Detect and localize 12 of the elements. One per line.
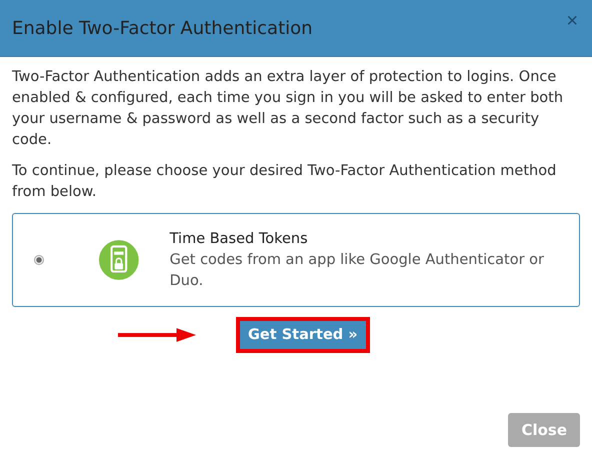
- close-button[interactable]: Close: [508, 413, 580, 447]
- method-option[interactable]: Time Based Tokens Get codes from an app like Google Authenticator or Duo.: [12, 213, 580, 307]
- arrow-icon: [118, 328, 196, 342]
- close-button[interactable]: ×: [566, 10, 578, 32]
- method-title: Time Based Tokens: [170, 230, 309, 248]
- get-started-button[interactable]: Get Started »: [236, 317, 370, 353]
- intro-text: Two-Factor Authentication adds an extra layer of protection to logins. Once enabled & configured, each time you sign in you will be asked to enter both your username & password as well as a second factor such as a security code.: [12, 68, 564, 150]
- radio-button[interactable]: [34, 255, 44, 265]
- dialog-title: Enable Two-Factor Authentication: [12, 18, 313, 38]
- method-description: Get codes from an app like Google Authenticator or Duo.: [170, 250, 545, 290]
- phone-lock-icon: [98, 240, 139, 280]
- prompt-text: To continue, please choose your desired Two-Factor Authentication method from below.: [12, 162, 558, 202]
